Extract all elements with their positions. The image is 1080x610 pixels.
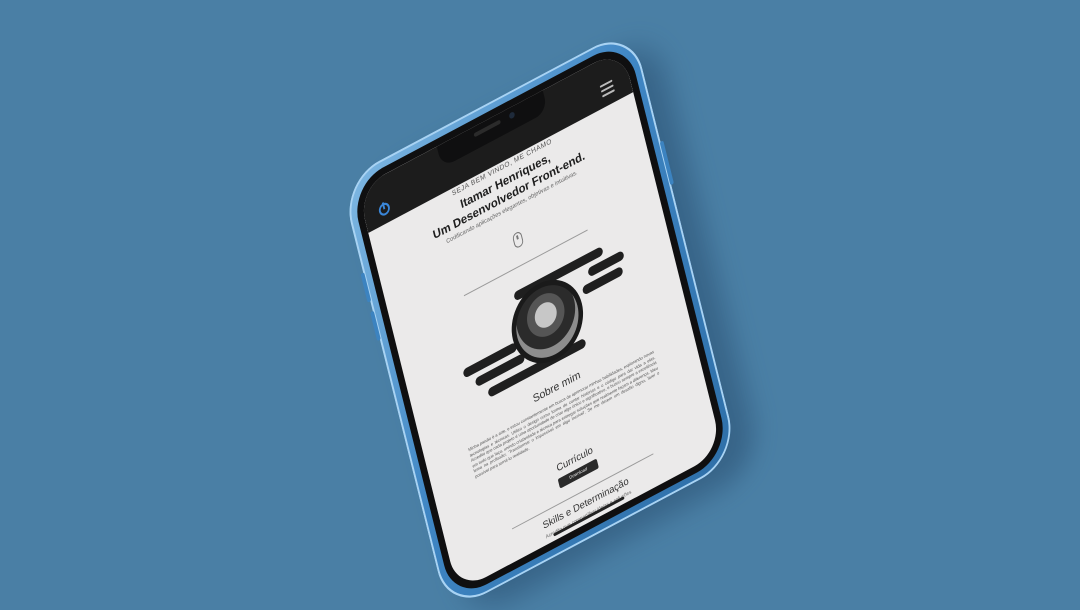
stage: SEJA BEM VINDO, ME CHAMO Itamar Henrique… (0, 0, 1080, 610)
power-logo-icon[interactable] (377, 200, 392, 218)
phone-mockup: SEJA BEM VINDO, ME CHAMO Itamar Henrique… (340, 26, 764, 610)
front-camera (508, 110, 516, 120)
menu-icon[interactable] (599, 79, 615, 98)
volume-down-button (370, 310, 381, 342)
volume-up-button (360, 272, 372, 303)
scroll-mouse-icon (511, 230, 525, 250)
